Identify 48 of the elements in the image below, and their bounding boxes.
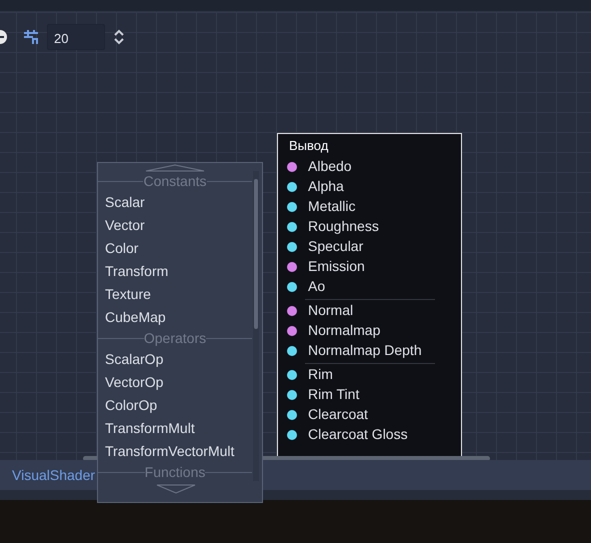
input-port[interactable] xyxy=(287,430,297,440)
menu-item[interactable]: TransformMult xyxy=(98,417,262,440)
input-port[interactable] xyxy=(287,410,297,420)
input-port[interactable] xyxy=(287,182,297,192)
input-port[interactable] xyxy=(287,162,297,172)
menu-item[interactable]: TransformVectorMult xyxy=(98,440,262,463)
port-label: Clearcoat xyxy=(308,405,368,424)
port-label: Alpha xyxy=(308,177,344,196)
port-label: Emission xyxy=(308,257,365,276)
port-label: Clearcoat Gloss xyxy=(308,425,408,444)
input-port[interactable] xyxy=(287,370,297,380)
port-label: Normalmap Depth xyxy=(308,341,422,360)
node-title: Вывод xyxy=(288,137,330,155)
port-label: Rim xyxy=(308,365,333,384)
input-port[interactable] xyxy=(287,326,297,336)
menu-item[interactable]: Transform xyxy=(98,260,262,283)
menu-item[interactable]: CubeMap xyxy=(98,306,262,329)
port-label: Metallic xyxy=(308,197,356,216)
vertical-scrollbar[interactable] xyxy=(254,179,258,329)
input-port[interactable] xyxy=(287,390,297,400)
input-port[interactable] xyxy=(287,202,297,212)
menu-section-header: Functions xyxy=(144,463,206,482)
input-port[interactable] xyxy=(287,242,297,252)
spinner-arrows-icon[interactable] xyxy=(113,28,125,46)
grid-snap-icon[interactable] xyxy=(23,29,39,45)
port-label: Rim Tint xyxy=(308,385,360,404)
input-port[interactable] xyxy=(287,306,297,316)
port-label: Ao xyxy=(308,277,326,296)
port-label: Normal xyxy=(308,301,354,320)
menu-item[interactable]: Scalar xyxy=(98,191,262,214)
menu-item[interactable]: Vector xyxy=(98,214,262,237)
port-label: Albedo xyxy=(308,157,352,176)
input-port[interactable] xyxy=(287,222,297,232)
menu-item[interactable]: VectorOp xyxy=(98,371,262,394)
port-label: Roughness xyxy=(308,217,379,236)
menu-item[interactable]: ScalarOp xyxy=(98,348,262,371)
menu-item[interactable]: ColorOp xyxy=(98,394,262,417)
port-label: Specular xyxy=(308,237,364,256)
input-port[interactable] xyxy=(287,262,297,272)
menu-section-header: Operators xyxy=(144,329,206,348)
panel-tab[interactable]: VisualShader xyxy=(12,464,96,486)
port-label: Normalmap xyxy=(308,321,380,340)
menu-item[interactable]: Color xyxy=(98,237,262,260)
input-port[interactable] xyxy=(287,346,297,356)
menu-section-header: Constants xyxy=(143,172,207,191)
snap-value-field[interactable]: 20 xyxy=(47,24,105,50)
input-port[interactable] xyxy=(287,282,297,292)
menu-item[interactable]: Texture xyxy=(98,283,262,306)
